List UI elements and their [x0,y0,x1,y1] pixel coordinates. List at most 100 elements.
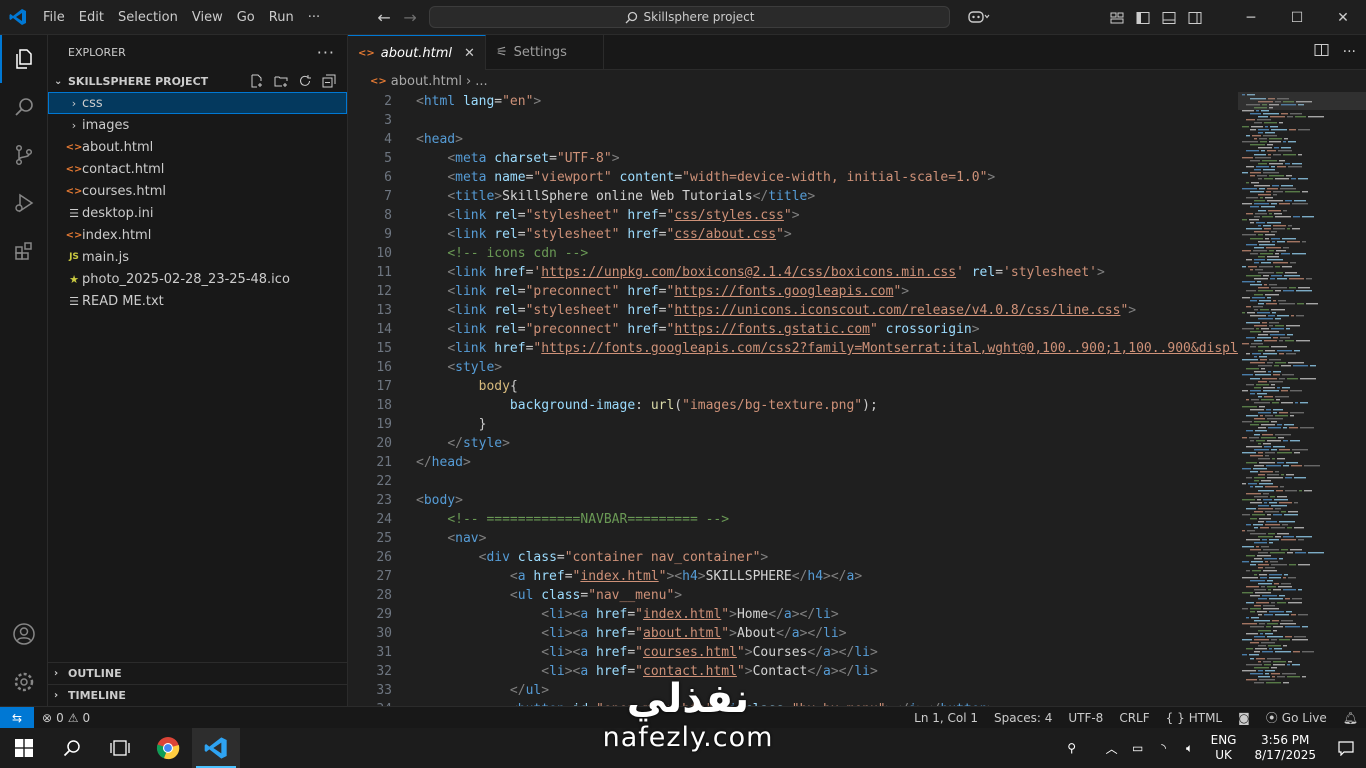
warning-icon: ⚠ [67,710,79,725]
tree-file-desktop-ini[interactable]: ☰ desktop.ini [48,202,347,224]
tree-item-label: index.html [82,227,152,243]
line-number: 24 [376,512,392,527]
line-number: 30 [376,626,392,641]
line-number: 19 [376,417,392,432]
customize-layout-icon[interactable] [1104,0,1130,35]
menu-edit[interactable]: Edit [72,0,111,35]
copilot-icon[interactable] [962,0,996,35]
tab-settings[interactable]: ⚟ Settings [486,35,604,70]
tree-file-courses[interactable]: <> courses.html [48,180,347,202]
wifi-icon[interactable]: ◝ [1151,741,1177,755]
line-number: 23 [376,493,392,508]
taskbar-search-icon[interactable] [48,728,96,768]
battery-icon[interactable]: ▭ [1125,741,1151,755]
breadcrumb-rest[interactable]: ... [475,74,487,89]
status-bar: ⇆ ⊗ 0 ⚠ 0 Ln 1, Col 1 Spaces: 4 UTF-8 CRLF… [0,706,1366,729]
tree-file-index[interactable]: <> index.html [48,224,347,246]
more-actions-icon[interactable]: ··· [1343,44,1356,60]
eol-status[interactable]: CRLF [1111,711,1157,725]
forward-arrow-icon[interactable]: → [397,8,423,27]
menu-run[interactable]: Run [262,0,301,35]
outline-section-header[interactable]: › OUTLINE [48,662,347,684]
js-file-icon: JS [69,252,79,262]
notifications-bell-icon[interactable]: 🔔︎ [1335,711,1366,725]
tree-item-label: courses.html [82,183,166,199]
line-number: 6 [384,170,392,185]
manage-gear-icon[interactable] [0,658,48,706]
close-window-button[interactable]: ✕ [1320,0,1366,35]
extensions-icon[interactable] [0,227,48,275]
windows-start-icon[interactable] [0,728,48,768]
minimize-button[interactable]: ─ [1228,0,1274,35]
tree-file-readme[interactable]: ☰ READ ME.txt [48,290,347,312]
tree-file-main-js[interactable]: JS main.js [48,246,347,268]
toggle-primary-sidebar-icon[interactable] [1130,0,1156,35]
accounts-icon[interactable] [0,610,48,658]
breadcrumb: <> about.html › ... [348,70,1366,92]
go-live-button[interactable]: ⦿ Go Live [1258,709,1335,726]
refresh-icon[interactable] [295,71,315,91]
new-folder-icon[interactable] [271,71,291,91]
language-mode[interactable]: { } HTML [1158,711,1231,725]
menu-more[interactable]: ··· [301,0,327,35]
tab-about-html[interactable]: <> about.html ✕ [348,35,486,70]
people-icon[interactable]: ⚲ [1059,741,1085,755]
tree-item-label: images [82,117,130,133]
project-folder-header[interactable]: ⌄ SKILLSPHERE PROJECT [48,70,347,92]
error-count: 0 [56,710,64,725]
tree-file-contact[interactable]: <> contact.html [48,158,347,180]
breadcrumb-file[interactable]: about.html [391,74,462,89]
source-control-icon[interactable] [0,131,48,179]
problems-status[interactable]: ⊗ 0 ⚠ 0 [34,711,98,725]
html-file-icon: <> [65,185,83,197]
volume-icon[interactable]: 🔈︎ [1177,741,1203,756]
split-editor-icon[interactable] [1314,43,1329,61]
notification-center-icon[interactable] [1326,740,1366,756]
menu-selection[interactable]: Selection [111,0,185,35]
tree-folder-images[interactable]: › images [48,114,347,136]
close-icon[interactable]: ✕ [464,46,475,61]
menu-view[interactable]: View [185,0,230,35]
cursor-position[interactable]: Ln 1, Col 1 [906,711,986,725]
chrome-icon[interactable] [144,728,192,768]
command-center-search[interactable]: Skillsphere project [429,6,950,28]
html-file-icon: <> [65,163,83,175]
tree-item-label: contact.html [82,161,165,177]
vscode-taskbar-icon[interactable] [192,728,240,768]
encoding-status[interactable]: UTF-8 [1060,711,1111,725]
menu-go[interactable]: Go [230,0,262,35]
text-file-icon: ☰ [69,206,79,220]
menu-file[interactable]: File [36,0,72,35]
new-file-icon[interactable] [247,71,267,91]
line-number: 33 [376,683,392,698]
indentation-status[interactable]: Spaces: 4 [986,711,1060,725]
tree-file-photo-ico[interactable]: ★ photo_2025-02-28_23-25-48.ico [48,268,347,290]
line-number: 5 [384,151,392,166]
go-live-label: Go Live [1281,710,1327,725]
copilot-status-icon[interactable]: ◙ [1230,711,1258,725]
input-language[interactable]: ENG UK [1203,733,1245,763]
search-icon[interactable] [0,83,48,131]
clock-date: 8/17/2025 [1254,748,1316,762]
code-content[interactable]: <html lang="en"> <head> <meta charset="U… [416,92,1238,706]
task-view-icon[interactable] [96,728,144,768]
timeline-section-header[interactable]: › TIMELINE [48,684,347,706]
minimap[interactable] [1238,92,1366,706]
tree-folder-css[interactable]: › css [48,92,347,114]
clock-time: 3:56 PM [1261,733,1310,747]
toggle-secondary-sidebar-icon[interactable] [1182,0,1208,35]
remote-indicator-icon[interactable]: ⇆ [0,706,34,729]
minimap-slider[interactable] [1238,92,1366,110]
clock[interactable]: 3:56 PM 8/17/2025 [1244,733,1326,763]
error-icon: ⊗ [42,710,53,725]
chevron-up-icon[interactable]: ︿ [1099,740,1125,757]
explorer-icon[interactable] [0,35,48,83]
collapse-all-icon[interactable] [319,71,339,91]
maximize-button[interactable]: ☐ [1274,0,1320,35]
tree-file-about[interactable]: <> about.html [48,136,347,158]
back-arrow-icon[interactable]: ← [371,8,397,27]
toggle-panel-icon[interactable] [1156,0,1182,35]
code-editor[interactable]: 2 3 4 5 6 7 8 9 10 11 12 13 14 15 16 17 18 19 20 21 22 23 24 25… [348,92,1238,706]
run-debug-icon[interactable] [0,179,48,227]
explorer-more-actions[interactable]: ··· [317,43,335,62]
